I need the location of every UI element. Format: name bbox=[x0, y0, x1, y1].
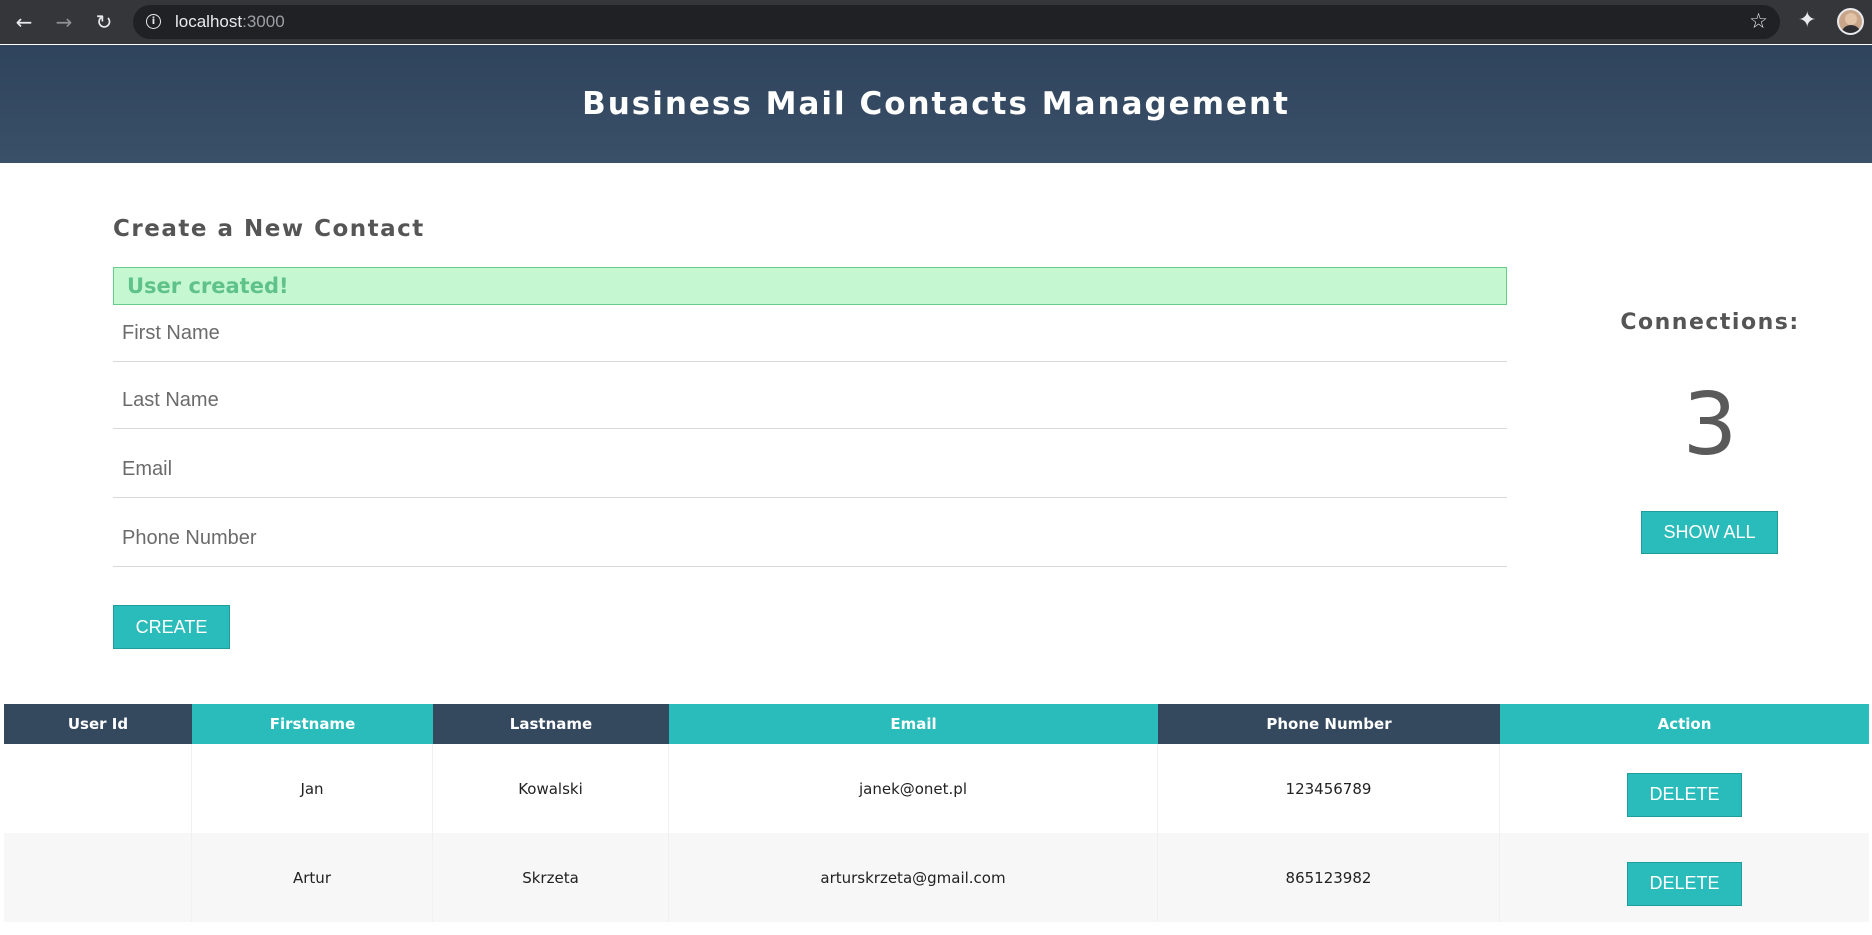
cell-firstname: Artur bbox=[192, 833, 433, 922]
create-button[interactable]: CREATE bbox=[113, 605, 230, 649]
email-field bbox=[113, 441, 1507, 498]
url-text[interactable]: localhost:3000 bbox=[175, 12, 285, 32]
reload-icon[interactable]: ↻ bbox=[91, 9, 117, 35]
cell-email: arturskrzeta@gmail.com bbox=[669, 833, 1158, 922]
cell-lastname: Skrzeta bbox=[433, 833, 669, 922]
cell-phone: 123456789 bbox=[1158, 744, 1500, 833]
first-name-input[interactable] bbox=[113, 305, 1507, 361]
extensions-puzzle-icon[interactable]: ✦ bbox=[1798, 8, 1816, 33]
show-all-button[interactable]: SHOW ALL bbox=[1641, 511, 1778, 554]
alert-text: User created! bbox=[127, 274, 289, 298]
url-port: :3000 bbox=[242, 12, 285, 31]
connections-label: Connections: bbox=[1620, 310, 1800, 335]
last-name-input[interactable] bbox=[113, 372, 1507, 428]
column-header-action: Action bbox=[1500, 704, 1869, 744]
profile-avatar[interactable] bbox=[1837, 8, 1864, 35]
last-name-field bbox=[113, 372, 1507, 429]
bookmark-star-icon[interactable]: ☆ bbox=[1749, 9, 1768, 33]
first-name-field bbox=[113, 305, 1507, 362]
delete-button[interactable]: DELETE bbox=[1627, 861, 1742, 906]
address-bar[interactable]: i localhost:3000 ☆ bbox=[133, 5, 1780, 39]
cell-phone: 865123982 bbox=[1158, 833, 1500, 922]
contacts-table: User Id Firstname Lastname Email Phone N… bbox=[4, 704, 1869, 922]
column-header-email: Email bbox=[669, 704, 1158, 744]
url-host: localhost bbox=[175, 12, 243, 31]
email-input[interactable] bbox=[113, 441, 1507, 497]
delete-button[interactable]: DELETE bbox=[1627, 772, 1742, 817]
column-header-user-id: User Id bbox=[4, 704, 192, 744]
cell-email: janek@onet.pl bbox=[669, 744, 1158, 833]
back-arrow-icon[interactable]: ← bbox=[11, 9, 37, 35]
table-row: Artur Skrzeta arturskrzeta@gmail.com 865… bbox=[4, 833, 1869, 922]
cell-action: DELETE bbox=[1500, 744, 1869, 833]
cell-user-id bbox=[4, 744, 192, 833]
column-header-lastname: Lastname bbox=[433, 704, 669, 744]
column-header-phone: Phone Number bbox=[1158, 704, 1500, 744]
table-header: User Id Firstname Lastname Email Phone N… bbox=[4, 704, 1869, 744]
page-title: Business Mail Contacts Management bbox=[582, 86, 1290, 122]
success-alert: User created! bbox=[113, 267, 1507, 305]
browser-toolbar: ← → ↻ i localhost:3000 ☆ ✦ bbox=[0, 0, 1872, 44]
cell-firstname: Jan bbox=[192, 744, 433, 833]
info-icon[interactable]: i bbox=[146, 14, 161, 29]
app-header: Business Mail Contacts Management bbox=[0, 45, 1872, 163]
cell-action: DELETE bbox=[1500, 833, 1869, 922]
forward-arrow-icon[interactable]: → bbox=[51, 9, 77, 35]
column-header-firstname: Firstname bbox=[192, 704, 433, 744]
form-heading: Create a New Contact bbox=[113, 216, 425, 242]
phone-input[interactable] bbox=[113, 510, 1507, 566]
table-row: Jan Kowalski janek@onet.pl 123456789 DEL… bbox=[4, 744, 1869, 833]
connections-count: 3 bbox=[1682, 375, 1738, 475]
phone-field bbox=[113, 510, 1507, 567]
cell-lastname: Kowalski bbox=[433, 744, 669, 833]
cell-user-id bbox=[4, 833, 192, 922]
